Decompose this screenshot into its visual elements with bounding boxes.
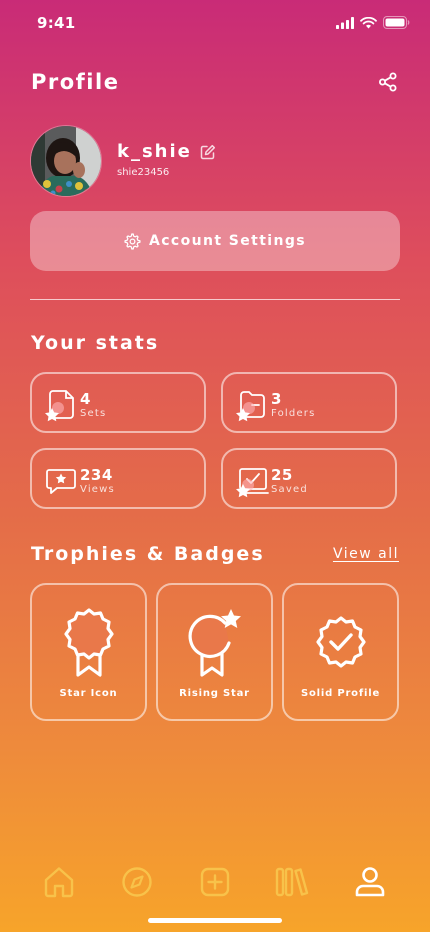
badge-label: Rising Star	[179, 688, 250, 699]
battery-icon	[383, 16, 410, 29]
rising-star-icon	[188, 609, 241, 677]
edit-icon	[200, 144, 216, 160]
stat-label-views: Views	[80, 484, 115, 495]
profile-icon	[355, 867, 385, 897]
status-icons	[336, 16, 410, 29]
share-icon	[379, 72, 397, 92]
badge-star-icon[interactable]: Star Icon	[30, 583, 147, 721]
verified-badge-icon	[315, 616, 366, 668]
badge-rising-star[interactable]: Rising Star	[156, 583, 273, 721]
edit-profile-button[interactable]	[200, 144, 216, 164]
stat-label-sets: Sets	[80, 408, 107, 419]
nav-library[interactable]	[274, 864, 310, 900]
sets-icon	[45, 390, 74, 422]
wifi-icon	[360, 16, 377, 28]
library-icon	[275, 867, 309, 897]
username: k_shie	[117, 141, 192, 162]
folder-icon	[236, 391, 265, 422]
nav-add[interactable]	[197, 864, 233, 900]
stat-card-sets[interactable]: 4 Sets	[30, 372, 206, 433]
nav-explore[interactable]	[119, 864, 155, 900]
home-indicator	[148, 918, 282, 923]
stat-value-folders: 3	[271, 390, 282, 408]
saved-icon	[236, 468, 269, 498]
avatar[interactable]	[30, 125, 102, 197]
stat-label-saved: Saved	[271, 484, 308, 495]
user-handle: shie23456	[117, 167, 170, 178]
stat-card-saved[interactable]: 25 Saved	[221, 448, 397, 509]
add-icon	[200, 867, 230, 897]
view-all-link[interactable]: View all	[333, 546, 399, 562]
stat-value-sets: 4	[80, 390, 91, 408]
explore-icon	[122, 867, 152, 897]
stat-card-folders[interactable]: 3 Folders	[221, 372, 397, 433]
home-icon	[44, 867, 74, 898]
badge-label: Star Icon	[59, 688, 118, 699]
divider	[30, 299, 400, 300]
stat-label-folders: Folders	[271, 408, 316, 419]
nav-home[interactable]	[41, 864, 77, 900]
views-icon	[46, 469, 76, 494]
status-time: 9:41	[37, 14, 76, 32]
share-button[interactable]	[378, 72, 398, 96]
account-settings-button[interactable]: Account Settings	[30, 211, 400, 271]
nav-profile[interactable]	[352, 864, 388, 900]
stat-value-views: 234	[80, 466, 113, 484]
gear-icon	[124, 232, 141, 250]
badge-label: Solid Profile	[300, 688, 381, 699]
account-settings-label: Account Settings	[148, 233, 307, 249]
page-title: Profile	[31, 70, 120, 94]
stats-section-title: Your stats	[31, 332, 160, 354]
stat-card-views[interactable]: 234 Views	[30, 448, 206, 509]
signal-icon	[336, 16, 354, 29]
trophies-section-title: Trophies & Badges	[31, 543, 265, 565]
badge-solid-profile[interactable]: Solid Profile	[282, 583, 399, 721]
stat-value-saved: 25	[271, 466, 293, 484]
award-ribbon-icon	[63, 608, 114, 677]
